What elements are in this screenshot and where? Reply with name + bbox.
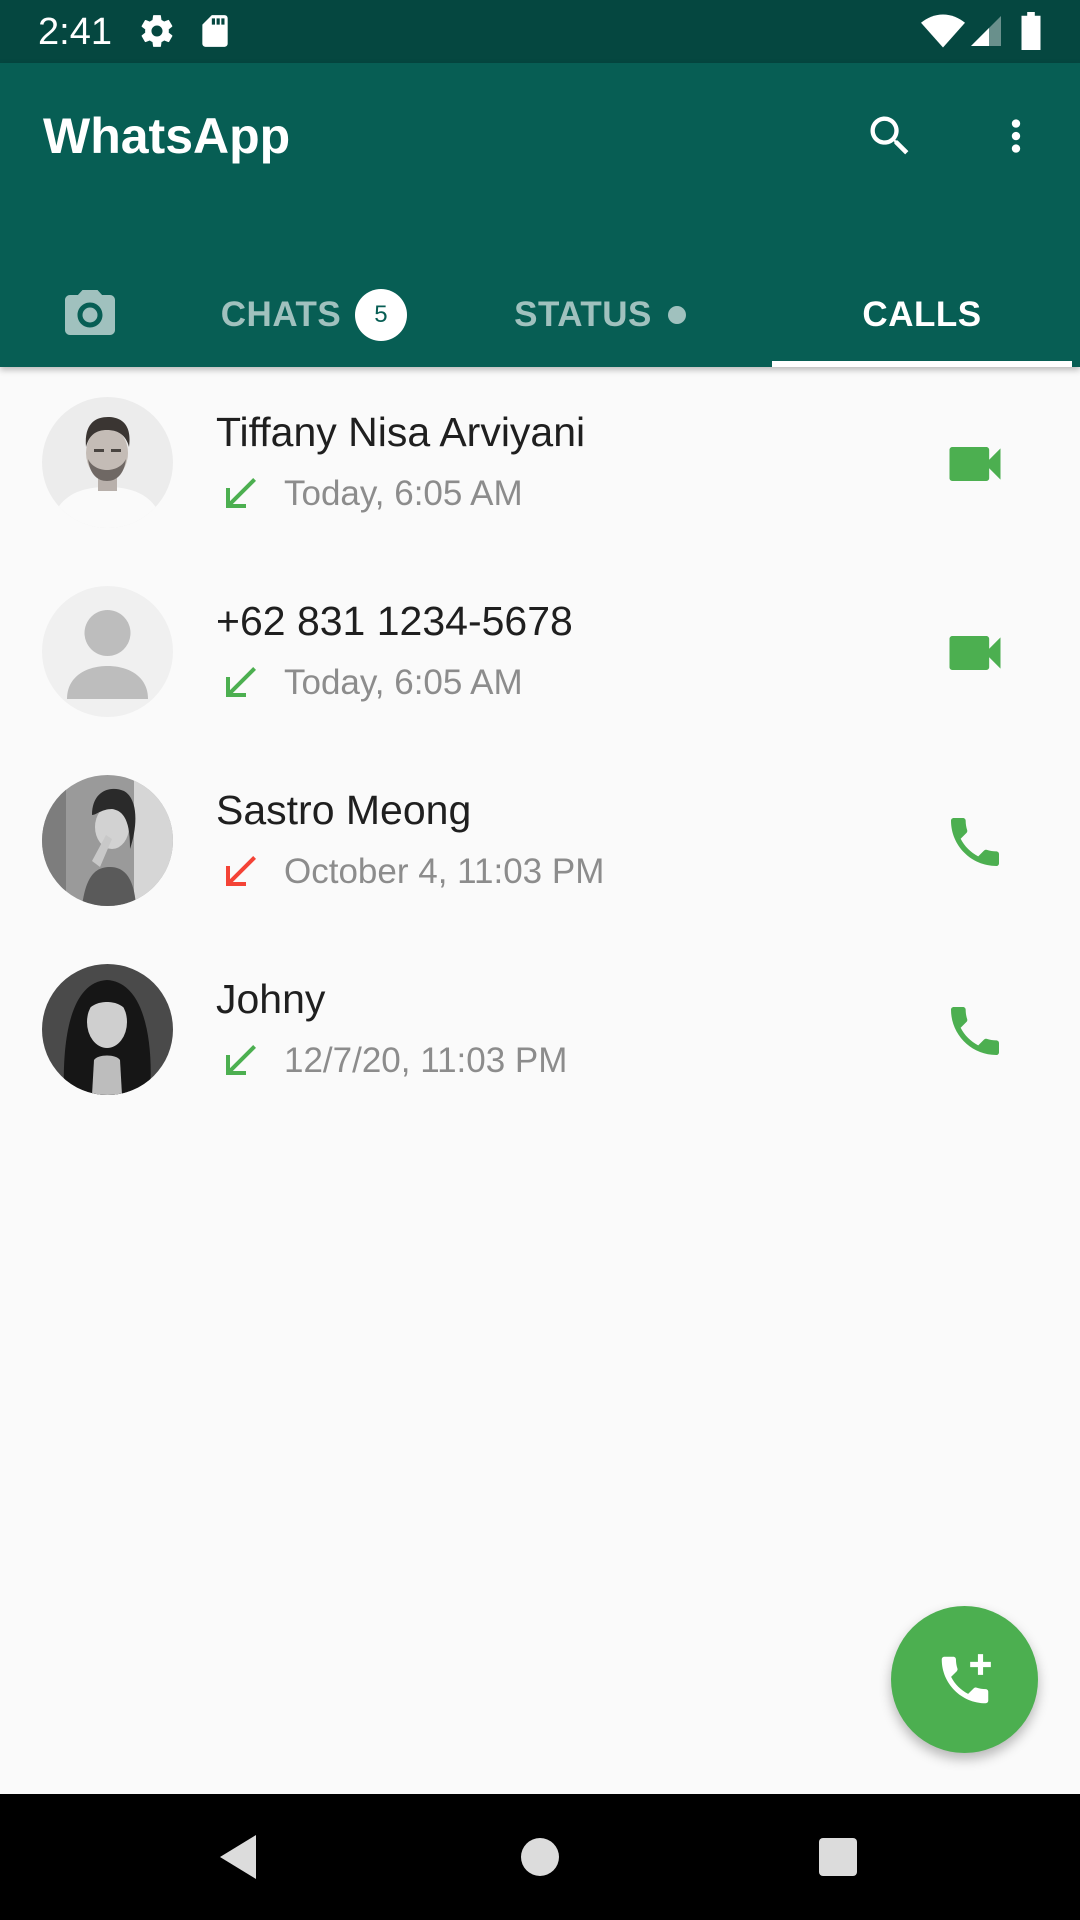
call-info: Today, 6:05 AM — [216, 469, 523, 519]
avatar[interactable] — [42, 964, 173, 1095]
call-row[interactable]: Johny 12/7/20, 11:03 PM — [0, 934, 1080, 1123]
video-call-icon — [949, 447, 1001, 481]
status-bar: 2:41 — [0, 0, 1080, 63]
caller-name: +62 831 1234-5678 — [216, 598, 573, 644]
cell-signal-icon — [968, 12, 1004, 55]
status-time: 2:41 — [38, 11, 112, 53]
back-triangle-icon — [220, 1835, 256, 1879]
call-time: Today, 6:05 AM — [284, 474, 523, 513]
tab-camera[interactable] — [40, 263, 140, 367]
call-info: October 4, 11:03 PM — [216, 847, 604, 897]
phone-icon — [951, 1007, 999, 1055]
video-call-button[interactable] — [935, 618, 1015, 688]
avatar[interactable] — [42, 397, 173, 528]
incoming-call-arrow-icon — [226, 1045, 256, 1075]
missed-call-arrow-icon — [226, 856, 256, 886]
tab-calls-label: CALLS — [862, 295, 982, 334]
home-button[interactable] — [500, 1822, 580, 1892]
add-call-icon — [941, 1653, 991, 1703]
caller-name: Tiffany Nisa Arviyani — [216, 409, 586, 455]
tab-status[interactable]: STATUS — [475, 263, 725, 367]
search-icon — [870, 116, 909, 155]
avatar[interactable] — [42, 586, 173, 717]
video-call-icon — [949, 636, 1001, 670]
home-circle-icon — [521, 1838, 559, 1876]
call-row[interactable]: Sastro Meong October 4, 11:03 PM — [0, 745, 1080, 934]
incoming-call-arrow-icon — [226, 667, 256, 697]
system-nav-bar — [0, 1794, 1080, 1920]
caller-name: Johny — [216, 976, 326, 1022]
search-button[interactable] — [850, 96, 930, 176]
recents-button[interactable] — [798, 1822, 878, 1892]
unread-badge: 5 — [355, 289, 408, 341]
camera-icon — [65, 290, 115, 335]
new-call-fab[interactable] — [891, 1606, 1038, 1753]
settings-gear-icon — [138, 12, 176, 55]
incoming-call-arrow-icon — [226, 478, 256, 508]
sd-card-icon — [196, 12, 234, 55]
back-button[interactable] — [198, 1822, 278, 1892]
phone-icon — [951, 818, 999, 866]
status-new-dot — [667, 306, 686, 324]
recents-square-icon — [819, 1838, 857, 1876]
call-row[interactable]: +62 831 1234-5678 Today, 6:05 AM — [0, 556, 1080, 745]
call-info: Today, 6:05 AM — [216, 658, 523, 708]
call-info: 12/7/20, 11:03 PM — [216, 1036, 567, 1086]
voice-call-button[interactable] — [935, 996, 1015, 1066]
tab-chats-label: CHATS — [220, 295, 342, 334]
avatar[interactable] — [42, 775, 173, 906]
tab-chats[interactable]: CHATS 5 — [178, 263, 450, 367]
video-call-button[interactable] — [935, 429, 1015, 499]
app-bar: WhatsApp CHATS 5 STATUS CALLS — [0, 63, 1080, 367]
app-title: WhatsApp — [43, 108, 291, 164]
battery-icon — [1018, 12, 1044, 55]
call-row[interactable]: Tiffany Nisa Arviyani Today, 6:05 AM — [0, 367, 1080, 556]
call-time: Today, 6:05 AM — [284, 663, 523, 702]
tab-status-label: STATUS — [514, 295, 652, 334]
call-time: October 4, 11:03 PM — [284, 852, 605, 891]
call-time: 12/7/20, 11:03 PM — [284, 1041, 568, 1080]
more-options-button[interactable] — [976, 96, 1056, 176]
wifi-icon — [921, 12, 965, 55]
voice-call-button[interactable] — [935, 807, 1015, 877]
tab-calls[interactable]: CALLS — [772, 263, 1072, 367]
tab-bar: CHATS 5 STATUS CALLS — [0, 263, 1080, 367]
more-vert-icon — [1011, 119, 1021, 153]
caller-name: Sastro Meong — [216, 787, 472, 833]
